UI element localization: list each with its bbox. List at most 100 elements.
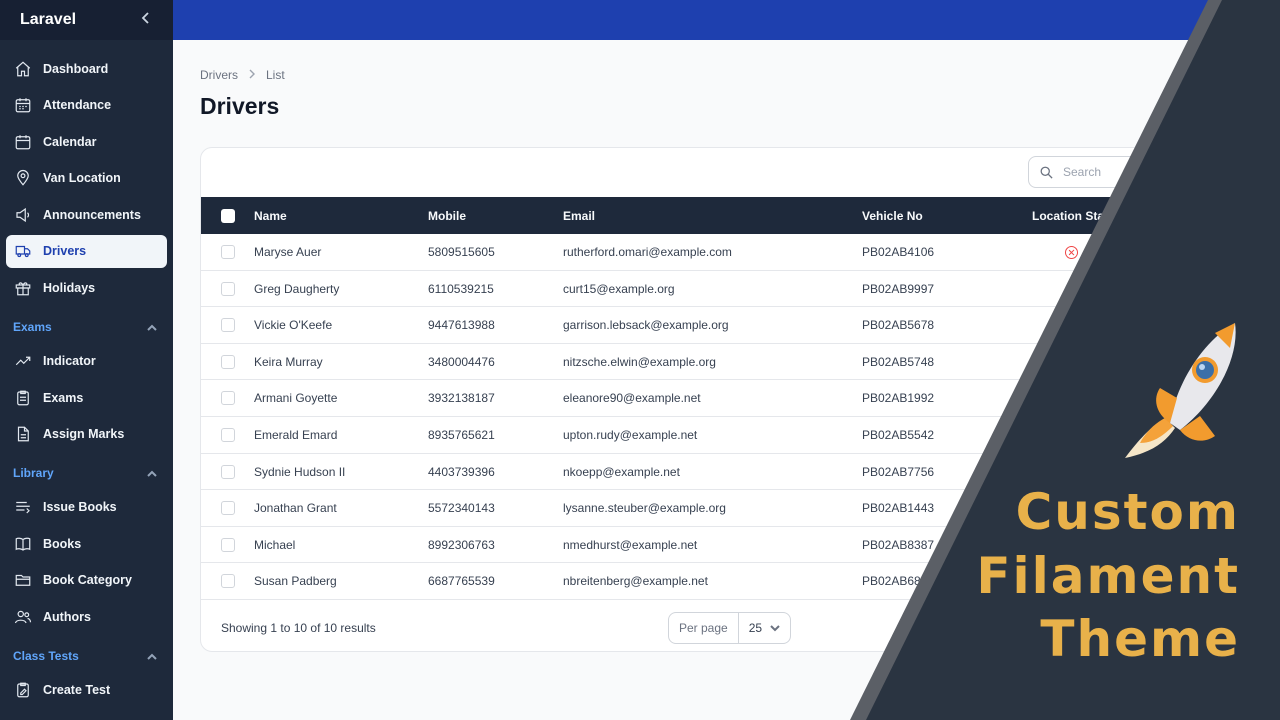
sidebar-group-exams[interactable]: Exams xyxy=(0,309,173,345)
results-summary: Showing 1 to 10 of 10 results xyxy=(221,621,376,635)
row-checkbox[interactable] xyxy=(221,391,235,406)
trend-icon xyxy=(14,352,32,370)
cell-email: nkoepp@example.net xyxy=(563,464,680,479)
chevron-down-icon xyxy=(770,625,780,632)
row-checkbox-cell xyxy=(221,454,235,490)
table-row[interactable]: Susan Padberg 6687765539 nbreitenberg@exam… xyxy=(201,563,1259,600)
chevron-up-icon xyxy=(147,322,157,332)
table-footer: Showing 1 to 10 of 10 results Per page 2… xyxy=(201,603,1259,651)
sidebar-item-indicator[interactable]: Indicator xyxy=(6,345,167,378)
cell-mobile: 3932138187 xyxy=(428,391,495,406)
map-pin-icon xyxy=(14,169,32,187)
table-row[interactable]: Michael 8992306763 nmedhurst@example.net PB… xyxy=(201,527,1259,564)
cell-mobile: 8935765621 xyxy=(428,428,495,442)
table-header: Name Mobile Email Vehicle No Location St… xyxy=(201,197,1259,234)
row-checkbox-cell xyxy=(221,234,235,270)
sidebar-item-create-test[interactable]: Create Test xyxy=(6,674,167,707)
sidebar-item-label: Attendance xyxy=(43,98,112,113)
row-checkbox[interactable] xyxy=(221,318,235,333)
sidebar-item-label: Books xyxy=(43,536,82,551)
cell-mobile: 8992306763 xyxy=(428,537,495,552)
breadcrumb-parent[interactable]: Drivers xyxy=(200,68,238,82)
table-row[interactable]: Sydnie Hudson II 4403739396 nkoepp@example… xyxy=(201,454,1259,491)
table-row[interactable]: Maryse Auer 5809515605 rutherford.omari@ex… xyxy=(201,234,1259,271)
row-checkbox[interactable] xyxy=(221,245,235,259)
sidebar-group-library[interactable]: Library xyxy=(0,455,173,491)
sidebar-item-van-location[interactable]: Van Location xyxy=(6,162,167,195)
cell-vehicle-no: PB02AB1443 xyxy=(862,501,935,516)
sidebar-header: Laravel xyxy=(0,0,173,40)
column-header-name[interactable]: Name xyxy=(254,197,287,234)
cell-name: Maryse Auer xyxy=(254,245,322,259)
cell-name: Greg Daugherty xyxy=(254,281,340,296)
row-checkbox-cell xyxy=(221,490,235,526)
row-checkbox[interactable] xyxy=(221,428,235,442)
sidebar-item-label: Exams xyxy=(43,390,84,405)
calendar-icon xyxy=(14,133,32,151)
column-header-mobile[interactable]: Mobile xyxy=(428,197,466,234)
row-checkbox[interactable] xyxy=(221,574,235,589)
sidebar-item-book-category[interactable]: Book Category xyxy=(6,564,167,597)
chevron-up-icon xyxy=(147,651,157,661)
sidebar-item-exams[interactable]: Exams xyxy=(6,381,167,414)
row-checkbox-cell xyxy=(221,563,235,599)
cell-name: Emerald Emard xyxy=(254,428,338,442)
sidebar-group-label: Exams xyxy=(13,319,52,334)
table-row[interactable]: Keira Murray 3480004476 nitzsche.elwin@exa… xyxy=(201,344,1259,381)
sidebar-item-label: Van Location xyxy=(43,171,121,186)
cell-mobile: 5572340143 xyxy=(428,501,495,516)
cell-mobile: 3480004476 xyxy=(428,354,495,369)
users-icon xyxy=(14,608,32,626)
cell-email: upton.rudy@example.net xyxy=(563,428,698,442)
search-placeholder: Search xyxy=(1063,165,1102,179)
sidebar-group-class-tests[interactable]: Class Tests xyxy=(0,638,173,674)
select-all-checkbox[interactable] xyxy=(221,208,235,223)
cell-vehicle-no: PB02AB4106 xyxy=(862,245,935,259)
table-row[interactable]: Greg Daugherty 6110539215 curt15@example.o… xyxy=(201,271,1259,308)
sidebar-item-announcements[interactable]: Announcements xyxy=(6,198,167,231)
per-page-select[interactable]: Per page 25 xyxy=(668,612,792,644)
sidebar-item-label: Create Test xyxy=(43,683,111,698)
x-circle-icon xyxy=(1065,245,1078,259)
bars-icon xyxy=(14,498,32,516)
column-header-email[interactable]: Email xyxy=(563,197,595,234)
row-checkbox[interactable] xyxy=(221,537,235,552)
select-all-checkbox-cell xyxy=(221,197,235,234)
cell-mobile: 6110539215 xyxy=(428,281,494,296)
gift-icon xyxy=(14,279,32,297)
column-header-location-status[interactable]: Location Stat xyxy=(1032,197,1108,234)
search-input[interactable]: Search xyxy=(1028,156,1168,188)
sidebar-item-holidays[interactable]: Holidays xyxy=(6,272,167,305)
row-checkbox[interactable] xyxy=(221,464,235,479)
sidebar-item-assign-marks[interactable]: Assign Marks xyxy=(6,418,167,451)
sidebar-item-books[interactable]: Books xyxy=(6,527,167,560)
cell-name: Keira Murray xyxy=(254,354,323,369)
row-checkbox-cell xyxy=(221,271,235,307)
cell-name: Armani Goyette xyxy=(254,391,338,406)
megaphone-icon xyxy=(14,206,32,224)
sidebar-item-issue-books[interactable]: Issue Books xyxy=(6,491,167,524)
sidebar-item-authors[interactable]: Authors xyxy=(6,601,167,634)
row-checkbox[interactable] xyxy=(221,501,235,516)
table-row[interactable]: Vickie O'Keefe 9447613988 garrison.lebsack… xyxy=(201,307,1259,344)
collapse-sidebar-icon[interactable] xyxy=(139,11,153,30)
document-icon xyxy=(14,425,32,443)
cell-email: nmedhurst@example.net xyxy=(563,537,698,552)
table-row[interactable]: Armani Goyette 3932138187 eleanore90@examp… xyxy=(201,380,1259,417)
topbar xyxy=(173,0,1280,40)
table-row[interactable]: Emerald Emard 8935765621 upton.rudy@exampl… xyxy=(201,417,1259,454)
sidebar-item-dashboard[interactable]: Dashboard xyxy=(6,52,167,85)
column-header-vehicle-no[interactable]: Vehicle No xyxy=(862,197,923,234)
row-checkbox[interactable] xyxy=(221,281,235,296)
cell-mobile: 9447613988 xyxy=(428,318,495,333)
sidebar-item-label: Holidays xyxy=(43,281,96,296)
table-row[interactable]: Jonathan Grant 5572340143 lysanne.steuber@… xyxy=(201,490,1259,527)
sidebar-item-drivers[interactable]: Drivers xyxy=(6,234,167,268)
chevron-up-icon xyxy=(147,468,157,478)
row-checkbox[interactable] xyxy=(221,354,235,369)
sidebar-item-attendance[interactable]: Attendance xyxy=(6,89,167,122)
sidebar-item-calendar[interactable]: Calendar xyxy=(6,125,167,158)
sidebar-item-label: Book Category xyxy=(43,573,132,588)
calendar-grid-icon xyxy=(14,96,32,114)
per-page-value-wrap[interactable]: 25 xyxy=(739,621,790,635)
